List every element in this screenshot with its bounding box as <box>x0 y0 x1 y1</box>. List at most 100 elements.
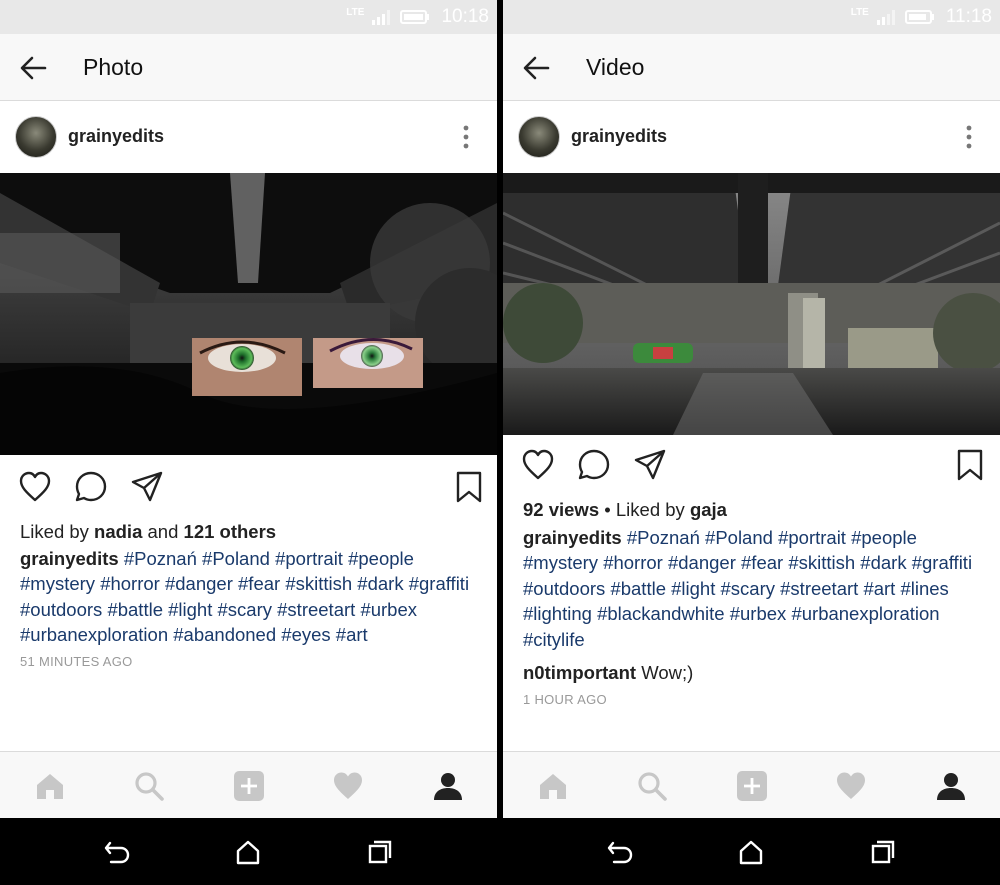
heart-icon[interactable] <box>835 770 867 802</box>
hashtag[interactable]: #skittish <box>285 573 352 594</box>
more-options-icon[interactable] <box>966 125 972 149</box>
hashtag[interactable]: #Poznań <box>627 527 700 548</box>
hashtag[interactable]: #citylife <box>523 629 585 650</box>
comment-icon[interactable] <box>577 448 611 482</box>
post-timestamp: 51 MINUTES AGO <box>20 654 133 669</box>
home-outline-icon[interactable] <box>737 838 765 866</box>
hashtag[interactable]: #scary <box>721 578 776 599</box>
caption-username[interactable]: grainyedits <box>523 527 622 548</box>
share-icon[interactable] <box>130 470 164 504</box>
hashtag[interactable]: #people <box>851 527 917 548</box>
search-icon[interactable] <box>133 770 165 802</box>
likes-line: Liked by nadia and 121 others <box>20 519 483 544</box>
heart-icon[interactable] <box>332 770 364 802</box>
hashtag[interactable]: #eyes <box>281 624 330 645</box>
search-icon[interactable] <box>636 770 668 802</box>
bottom-nav <box>503 751 1000 818</box>
likes-prefix: Liked by <box>20 521 95 542</box>
hashtag[interactable]: #graffiti <box>409 573 469 594</box>
status-bar: LTE 10:18 <box>0 0 497 34</box>
hashtag[interactable]: #urbex <box>360 599 417 620</box>
bookmark-icon[interactable] <box>953 448 987 482</box>
likes-others[interactable]: 121 others <box>184 521 277 542</box>
hashtag[interactable]: #light <box>168 599 212 620</box>
top-header: Photo <box>0 34 497 101</box>
hashtag[interactable]: #dark <box>860 552 906 573</box>
hashtag[interactable]: #light <box>671 578 715 599</box>
hashtag[interactable]: #scary <box>218 599 273 620</box>
hashtag[interactable]: #portrait <box>778 527 846 548</box>
hashtag[interactable]: #streetart <box>277 599 355 620</box>
hashtag[interactable]: #urbanexploration <box>20 624 168 645</box>
more-options-icon[interactable] <box>463 125 469 149</box>
hashtag[interactable]: #dark <box>357 573 403 594</box>
post-username[interactable]: grainyedits <box>68 126 164 147</box>
hashtag[interactable]: #fear <box>741 552 783 573</box>
profile-icon[interactable] <box>935 770 967 802</box>
back-arrow-icon[interactable] <box>103 838 131 866</box>
hashtag[interactable]: #art <box>863 578 895 599</box>
hashtag[interactable]: #battle <box>610 578 666 599</box>
heart-outline-icon[interactable] <box>521 448 555 482</box>
hashtag[interactable]: #portrait <box>275 548 343 569</box>
comment-username[interactable]: n0timportant <box>523 662 636 683</box>
post-header: grainyedits <box>503 101 1000 172</box>
hashtag[interactable]: #battle <box>107 599 163 620</box>
hashtag[interactable]: #outdoors <box>20 599 102 620</box>
add-icon[interactable] <box>736 770 768 802</box>
hashtag[interactable]: #mystery <box>523 552 598 573</box>
hashtag[interactable]: #blackandwhite <box>597 603 725 624</box>
signal-icon <box>876 10 895 25</box>
home-icon[interactable] <box>537 770 569 802</box>
network-type: LTE <box>346 7 365 18</box>
avatar[interactable] <box>15 116 57 158</box>
hashtag[interactable]: #danger <box>668 552 736 573</box>
profile-icon[interactable] <box>432 770 464 802</box>
clock: 10:18 <box>441 6 489 27</box>
add-icon[interactable] <box>233 770 265 802</box>
hashtag[interactable]: #Poland <box>705 527 773 548</box>
back-arrow-icon[interactable] <box>522 54 550 82</box>
home-icon[interactable] <box>34 770 66 802</box>
hashtag[interactable]: #urbex <box>730 603 787 624</box>
liked-by-user[interactable]: nadia <box>94 521 142 542</box>
hashtag[interactable]: #people <box>348 548 414 569</box>
heart-outline-icon[interactable] <box>18 470 52 504</box>
hashtag[interactable]: #outdoors <box>523 578 605 599</box>
hashtag[interactable]: #abandoned <box>173 624 276 645</box>
hashtag[interactable]: #fear <box>238 573 280 594</box>
network-type: LTE <box>850 7 869 18</box>
hashtag[interactable]: #skittish <box>788 552 855 573</box>
hashtag[interactable]: #art <box>336 624 368 645</box>
hashtag[interactable]: #lighting <box>523 603 592 624</box>
view-count[interactable]: 92 views <box>523 499 599 520</box>
signal-icon <box>372 10 391 25</box>
caption-username[interactable]: grainyedits <box>20 548 119 569</box>
hashtag[interactable]: #lines <box>900 578 948 599</box>
comment-icon[interactable] <box>74 470 108 504</box>
bookmark-icon[interactable] <box>452 470 486 504</box>
android-nav-bar <box>503 818 1000 885</box>
hashtag[interactable]: #streetart <box>780 578 858 599</box>
post-photo[interactable] <box>0 173 497 455</box>
back-arrow-icon[interactable] <box>19 54 47 82</box>
hashtag[interactable]: #Poland <box>202 548 270 569</box>
hashtag[interactable]: #horror <box>603 552 663 573</box>
avatar[interactable] <box>518 116 560 158</box>
liked-by-user[interactable]: gaja <box>690 499 727 520</box>
bottom-nav <box>0 751 497 818</box>
hashtag[interactable]: #graffiti <box>912 552 972 573</box>
share-icon[interactable] <box>633 448 667 482</box>
hashtag[interactable]: #urbanexploration <box>791 603 939 624</box>
hashtag[interactable]: #horror <box>100 573 160 594</box>
hashtag[interactable]: #mystery <box>20 573 95 594</box>
recents-icon[interactable] <box>366 838 394 866</box>
back-arrow-icon[interactable] <box>606 838 634 866</box>
home-outline-icon[interactable] <box>234 838 262 866</box>
hashtag[interactable]: #danger <box>165 573 233 594</box>
post-username[interactable]: grainyedits <box>571 126 667 147</box>
post-video[interactable] <box>503 173 1000 435</box>
comment: n0timportant Wow;) <box>523 660 986 685</box>
recents-icon[interactable] <box>869 838 897 866</box>
hashtag[interactable]: #Poznań <box>124 548 197 569</box>
